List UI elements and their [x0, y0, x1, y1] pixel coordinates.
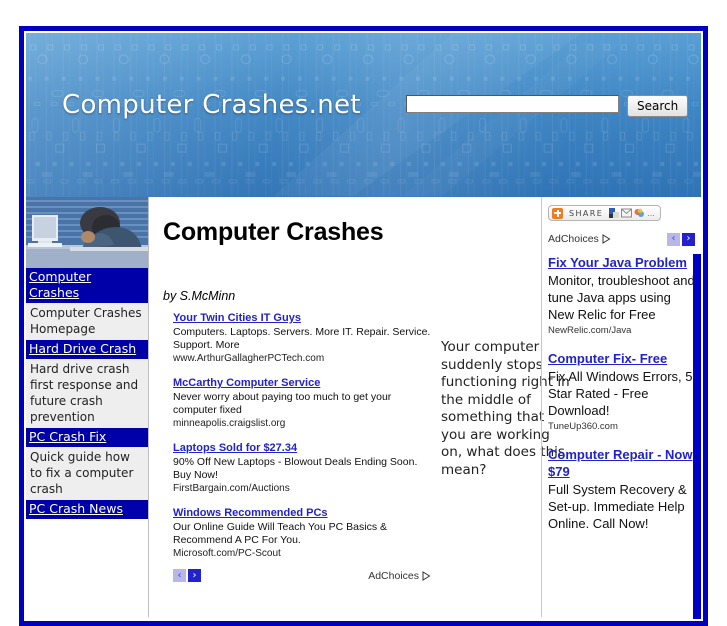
ad-desc: Our Online Guide Will Teach You PC Basic…	[173, 521, 387, 546]
ad-desc: Full System Recovery & Set-up. Immediate…	[548, 481, 687, 531]
ad-title[interactable]: Computer Fix- Free	[548, 351, 667, 366]
right-ad-next-button[interactable]: ›	[682, 232, 695, 246]
ad-item[interactable]: Fix Your Java Problem Monitor, troublesh…	[548, 254, 695, 337]
ad-item[interactable]: Your Twin Cities IT Guys Computers. Lapt…	[173, 309, 431, 365]
right-adchoices-row: AdChoices ‹ ›	[548, 232, 695, 246]
ad-desc: Never worry about paying too much to get…	[173, 391, 392, 416]
site-title: Computer Crashes.net	[62, 90, 361, 120]
sidebar-item-desc: Quick guide how to fix a computer crash	[26, 447, 148, 500]
page-frame: Computer Crashes.net Search Computer Cra…	[19, 26, 708, 626]
sidebar-photo	[26, 197, 148, 268]
ad-url: NewRelic.com/Java	[548, 324, 632, 336]
site-header: Computer Crashes.net Search	[26, 33, 701, 197]
ad-url: FirstBargain.com/Auctions	[173, 483, 290, 494]
ad-item[interactable]: Computer Repair - Now $79 Full System Re…	[548, 446, 695, 532]
sidebar-item-desc: Computer Crashes Homepage	[26, 303, 148, 340]
more-icon[interactable]	[634, 208, 645, 218]
ad-desc: 90% Off New Laptops - Blowout Deals Endi…	[173, 456, 418, 481]
email-icon[interactable]	[621, 208, 633, 218]
page-frame-inner: Computer Crashes.net Search Computer Cra…	[24, 31, 703, 621]
adchoices-link[interactable]: AdChoices	[368, 570, 431, 582]
ad-item[interactable]: Laptops Sold for $27.34 90% Off New Lapt…	[173, 439, 431, 495]
sidebar-item-label[interactable]: PC Crash News	[29, 501, 145, 517]
search-button[interactable]: Search	[627, 95, 689, 117]
search-form: Search	[406, 95, 689, 117]
share-label: SHARE	[569, 208, 604, 218]
page-content: Computer Crashes Computer Crashes Homepa…	[26, 197, 701, 619]
adchoices-label: AdChoices	[368, 569, 419, 582]
adchoices-link[interactable]: AdChoices	[548, 233, 611, 245]
ad-title[interactable]: Windows Recommended PCs	[173, 506, 328, 520]
center-ad-unit: Your Twin Cities IT Guys Computers. Lapt…	[173, 309, 431, 582]
ad-title[interactable]: Laptops Sold for $27.34	[173, 441, 297, 455]
ad-item[interactable]: McCarthy Computer Service Never worry ab…	[173, 374, 431, 430]
sidebar-item-label[interactable]: Hard Drive Crash	[29, 341, 145, 357]
ad-title[interactable]: Computer Repair - Now $79	[548, 447, 692, 479]
share-plus-icon	[552, 207, 563, 219]
left-sidebar: Computer Crashes Computer Crashes Homepa…	[26, 197, 149, 617]
ad-desc: Fix All Windows Errors, 5 Star Rated - F…	[548, 368, 693, 418]
ad-title[interactable]: Your Twin Cities IT Guys	[173, 311, 301, 325]
adchoices-icon	[422, 570, 431, 581]
adchoices-label: AdChoices	[548, 233, 599, 245]
ad-pager: ‹ ›	[173, 569, 201, 582]
sidebar-item-desc: Hard drive crash first response and futu…	[26, 359, 148, 428]
bookmark-icon[interactable]	[609, 208, 620, 218]
ad-url: Microsoft.com/PC-Scout	[173, 548, 281, 559]
ad-title[interactable]: Fix Your Java Problem	[548, 255, 687, 270]
center-ad-footer: ‹ › AdChoices	[173, 569, 431, 582]
adchoices-icon	[602, 234, 611, 244]
ad-item[interactable]: Windows Recommended PCs Our Online Guide…	[173, 504, 431, 560]
ad-next-button[interactable]: ›	[188, 569, 201, 582]
ellipsis-icon[interactable]: ...	[647, 209, 655, 218]
right-ad-pager: ‹ ›	[667, 232, 695, 246]
sidebar-item-label[interactable]: Computer Crashes	[29, 269, 145, 301]
ad-url: TuneUp360.com	[548, 420, 618, 432]
page-title: Computer Crashes	[163, 218, 384, 246]
ad-url: minneapolis.craigslist.org	[173, 418, 286, 429]
share-icons: ...	[609, 208, 655, 218]
ad-item[interactable]: Computer Fix- Free Fix All Windows Error…	[548, 350, 695, 433]
sidebar-item-computer-crashes[interactable]: Computer Crashes	[26, 268, 148, 303]
main-column: Computer Crashes by S.McMinn Your Twin C…	[149, 197, 570, 617]
ad-url: www.ArthurGallagherPCTech.com	[173, 353, 325, 364]
ad-prev-button[interactable]: ‹	[173, 569, 186, 582]
right-ad-prev-button[interactable]: ‹	[667, 232, 680, 246]
sidebar-item-pc-crash-news[interactable]: PC Crash News	[26, 500, 148, 519]
sidebar-nav: Computer Crashes Computer Crashes Homepa…	[26, 268, 148, 519]
sidebar-item-hard-drive-crash[interactable]: Hard Drive Crash	[26, 340, 148, 359]
right-sidebar: SHARE ... AdChoices ‹ › Fix Your Java Pr…	[541, 197, 701, 619]
sidebar-item-label[interactable]: PC Crash Fix	[29, 429, 145, 445]
ad-desc: Computers. Laptops. Servers. More IT. Re…	[173, 326, 431, 351]
sidebar-item-pc-crash-fix[interactable]: PC Crash Fix	[26, 428, 148, 447]
ad-title[interactable]: McCarthy Computer Service	[173, 376, 320, 390]
main-left: Computer Crashes by S.McMinn Your Twin C…	[163, 209, 435, 617]
ad-desc: Monitor, troubleshoot and tune Java apps…	[548, 272, 695, 322]
search-input[interactable]	[406, 95, 619, 113]
right-accent-bar	[693, 254, 701, 619]
share-widget[interactable]: SHARE ...	[548, 205, 661, 221]
byline: by S.McMinn	[163, 289, 236, 303]
right-ad-unit: Fix Your Java Problem Monitor, troublesh…	[548, 254, 695, 532]
